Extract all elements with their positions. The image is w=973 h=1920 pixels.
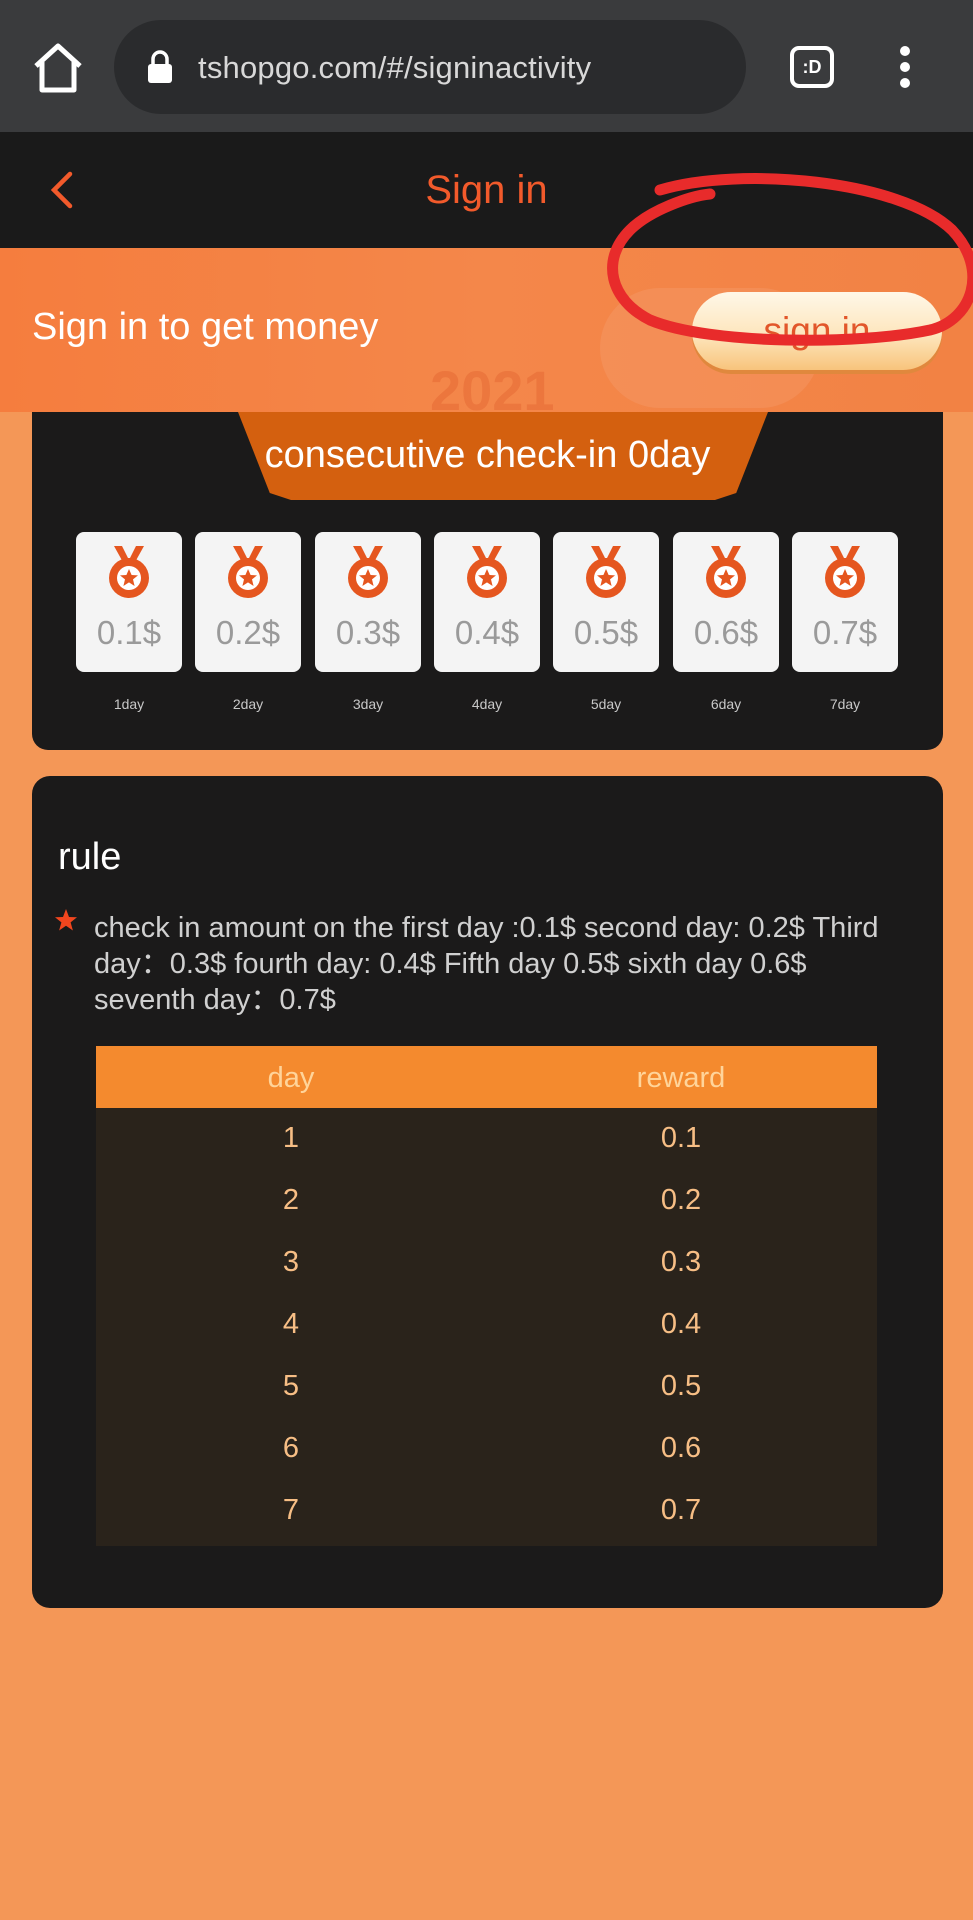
day-label: 5day (590, 696, 622, 712)
rule-description: check in amount on the first day :0.1$ s… (94, 912, 879, 1016)
cell-day: 7 (282, 1494, 300, 1526)
tile-amount: 0.7$ (812, 614, 878, 651)
day-label: 2day (232, 696, 264, 712)
day-label: 1day (113, 696, 145, 712)
tile-amount: 0.5$ (573, 614, 639, 651)
tile-amount: 0.6$ (693, 614, 759, 651)
checkin-card: consecutive check-in 0day 0.1$ 0.2$ 0.3$… (32, 412, 943, 750)
tile-amount: 0.3$ (335, 614, 401, 651)
table-row: 4 0.4 (96, 1294, 877, 1356)
day-tile: 0.6$ (673, 532, 779, 672)
cell-reward: 0.2 (660, 1184, 702, 1216)
rule-title: rule (58, 836, 122, 878)
tile-amount: 0.2$ (215, 614, 281, 651)
cell-day: 2 (282, 1184, 300, 1216)
cell-day: 5 (282, 1370, 300, 1402)
day-label: 4day (471, 696, 503, 712)
more-options-icon[interactable] (890, 46, 920, 92)
day-tile: 0.1$ (76, 532, 182, 672)
cell-reward: 0.4 (660, 1308, 702, 1340)
day-label: 7day (829, 696, 861, 712)
day-tile: 0.3$ (315, 532, 421, 672)
medal-icon (706, 546, 746, 598)
day-label: 6day (710, 696, 742, 712)
rule-card: rule check in amount on the first day :0… (32, 776, 943, 1608)
signin-banner: 2021 Sign in to get money sign in (0, 248, 973, 412)
day-label: 3day (352, 696, 384, 712)
cell-reward: 0.3 (660, 1246, 702, 1278)
reward-table: day reward 1 0.1 2 0.2 3 0.3 4 0.4 5 0.5… (96, 1046, 877, 1546)
banner-text: Sign in to get money (32, 306, 379, 348)
sign-in-button[interactable]: sign in (692, 292, 942, 370)
medal-icon (109, 546, 149, 598)
streak-text: consecutive check-in 0day (264, 434, 711, 476)
medal-icon (825, 546, 865, 598)
cell-day: 3 (282, 1246, 300, 1278)
day-tile: 0.4$ (434, 532, 540, 672)
cell-day: 6 (282, 1432, 300, 1464)
lock-icon (148, 50, 172, 83)
address-bar[interactable]: tshopgo.com/#/signinactivity (114, 20, 746, 114)
medal-icon (348, 546, 388, 598)
table-row: 2 0.2 (96, 1170, 877, 1232)
banner-year-decoration: 2021 (430, 359, 555, 412)
table-row: 6 0.6 (96, 1418, 877, 1480)
day-tile: 0.7$ (792, 532, 898, 672)
medal-icon (467, 546, 507, 598)
star-icon (55, 909, 77, 931)
day-tile: 0.2$ (195, 532, 301, 672)
tile-amount: 0.4$ (454, 614, 520, 651)
home-icon[interactable] (30, 40, 86, 96)
app-header: Sign in (0, 132, 973, 248)
table-row: 3 0.3 (96, 1232, 877, 1294)
cell-day: 4 (282, 1308, 300, 1340)
table-row: 1 0.1 (96, 1108, 877, 1170)
cell-reward: 0.5 (660, 1370, 702, 1402)
cell-reward: 0.6 (660, 1432, 702, 1464)
column-header-reward: reward (636, 1062, 726, 1094)
url-text: tshopgo.com/#/signinactivity (198, 50, 592, 85)
tab-switcher-button[interactable]: :D (790, 46, 834, 88)
cell-reward: 0.1 (660, 1122, 702, 1154)
medal-icon (586, 546, 626, 598)
tile-amount: 0.1$ (96, 614, 162, 651)
table-header: day reward (96, 1046, 877, 1108)
table-row: 5 0.5 (96, 1356, 877, 1418)
day-tile: 0.5$ (553, 532, 659, 672)
browser-toolbar: tshopgo.com/#/signinactivity :D (0, 0, 973, 132)
cell-day: 1 (282, 1122, 300, 1154)
column-header-day: day (267, 1062, 315, 1094)
cell-reward: 0.7 (660, 1494, 702, 1526)
table-row: 7 0.7 (96, 1480, 877, 1542)
page-title: Sign in (425, 168, 548, 212)
medal-icon (228, 546, 268, 598)
